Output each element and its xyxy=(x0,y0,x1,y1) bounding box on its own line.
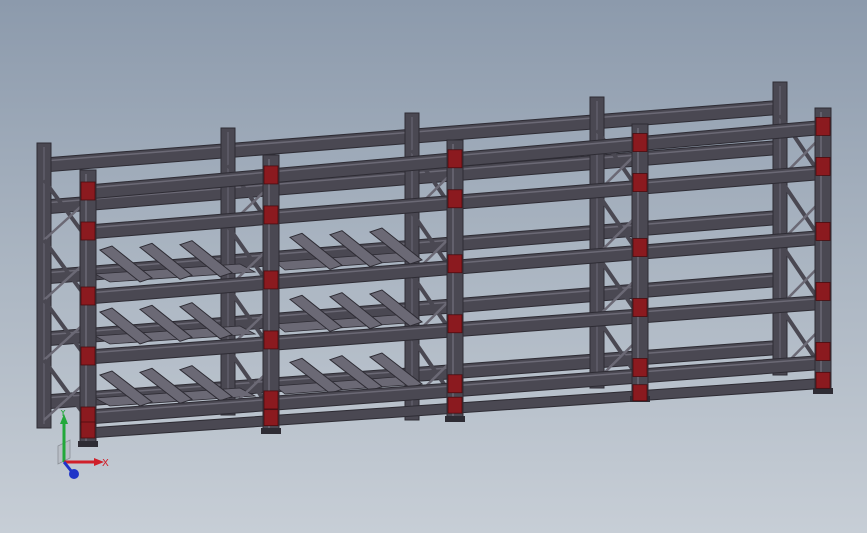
base-plate xyxy=(445,416,465,422)
x-axis-label: X xyxy=(102,458,109,469)
beam-connector xyxy=(80,286,96,306)
beam-connector xyxy=(632,238,648,257)
beam-connector xyxy=(632,384,648,402)
beam-connector xyxy=(263,165,279,185)
beam-connector xyxy=(263,409,279,427)
beam-connector xyxy=(815,157,831,176)
beam-connector xyxy=(263,205,279,225)
front-upright xyxy=(79,169,97,446)
beam-connector xyxy=(80,221,96,241)
beam-connector xyxy=(447,254,463,274)
beam-connector xyxy=(815,371,831,389)
beam-connector xyxy=(80,181,96,201)
beam-connector xyxy=(632,133,648,152)
beam-connector xyxy=(263,270,279,290)
y-axis-label: Y xyxy=(59,410,67,419)
beam-connector xyxy=(447,189,463,209)
beam-connector xyxy=(447,374,463,394)
beam-connector xyxy=(815,282,831,301)
base-plate xyxy=(813,388,833,394)
beam-connector xyxy=(815,222,831,241)
beam-connector xyxy=(632,298,648,317)
rack-assembly-model[interactable] xyxy=(0,0,867,533)
beam-connector xyxy=(815,342,831,361)
beam-connector xyxy=(447,314,463,334)
beam-connector xyxy=(815,117,831,136)
beam-connector xyxy=(447,396,463,414)
base-plate xyxy=(261,428,281,434)
front-upright xyxy=(262,154,280,433)
beam-connector xyxy=(632,358,648,377)
graphics-viewport[interactable]: Y X xyxy=(0,0,867,533)
beam-connector xyxy=(632,173,648,192)
coordinate-triad: Y X xyxy=(57,410,109,479)
z-arrow-head-icon xyxy=(69,469,79,479)
beam-connector xyxy=(80,346,96,366)
beam-connector xyxy=(263,330,279,350)
beam-connector xyxy=(447,149,463,169)
beam-connector xyxy=(263,390,279,410)
